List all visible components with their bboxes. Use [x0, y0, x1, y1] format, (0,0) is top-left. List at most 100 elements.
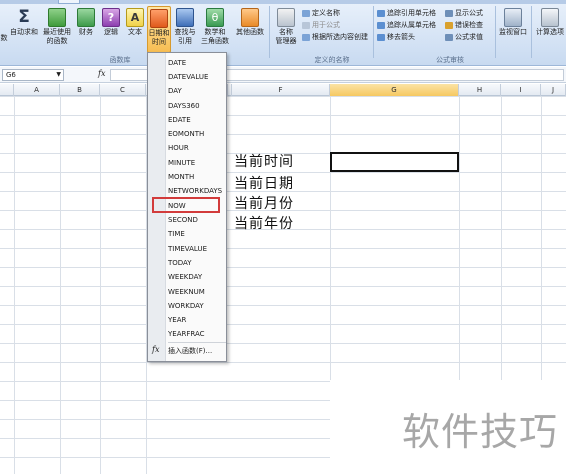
text-label: 文本	[128, 28, 142, 36]
date-time-button[interactable]: 日期和 时间	[147, 6, 171, 53]
column-gridline	[14, 96, 15, 474]
evaluate-formula-button[interactable]: 公式求值	[445, 33, 483, 42]
logical-button[interactable]: ? 逻辑	[100, 8, 122, 37]
calculator-icon	[541, 8, 559, 27]
select-all-corner[interactable]	[0, 84, 14, 96]
column-gridline	[60, 96, 61, 474]
group-separator	[373, 6, 374, 58]
recent-functions-button[interactable]: 最近使用 的函数	[40, 8, 74, 46]
group-label-function-library: 函数库	[109, 56, 131, 64]
ribbon: 数 Σ 自动求和 最近使用 的函数 财务 ? 逻辑 A 文本 日期和 时间 查找…	[0, 0, 566, 66]
remove-arrows-button[interactable]: 移去箭头	[377, 33, 415, 42]
create-from-selection-button[interactable]: 根据所选内容创建	[302, 33, 368, 42]
menu-item-time[interactable]: TIME	[168, 228, 226, 241]
insert-function-fx-icon[interactable]: fx	[98, 69, 105, 78]
math-trig-button[interactable]: θ 数学和 三角函数	[199, 8, 231, 46]
create-from-selection-icon	[302, 34, 310, 41]
menu-item-date[interactable]: DATE	[168, 57, 226, 70]
logical-icon: ?	[102, 8, 120, 27]
column-header-g[interactable]: G	[330, 84, 459, 96]
menu-item-weeknum[interactable]: WEEKNUM	[168, 286, 226, 299]
trace-precedents-icon	[377, 10, 385, 17]
group-label-defined-names: 定义的名称	[314, 56, 350, 64]
trace-dependents-label: 追踪从属单元格	[387, 21, 436, 29]
show-formulas-button[interactable]: 显示公式	[445, 9, 483, 18]
evaluate-formula-icon	[445, 34, 453, 41]
column-header-row: A B C D F G H I J	[0, 84, 566, 96]
evaluate-formula-label: 公式求值	[455, 33, 483, 41]
show-formulas-label: 显示公式	[455, 9, 483, 17]
menu-item-days360[interactable]: DAYS360	[168, 100, 226, 113]
menu-item-hour[interactable]: HOUR	[168, 142, 226, 155]
column-header-h[interactable]: H	[459, 84, 501, 96]
group-separator	[269, 6, 270, 58]
menu-item-insert-function[interactable]: 插入函数(F)...	[168, 345, 226, 358]
more-functions-icon	[241, 8, 259, 27]
use-in-formula-label: 用于公式	[312, 21, 340, 29]
column-header-b[interactable]: B	[60, 84, 100, 96]
active-cell-g6[interactable]	[330, 152, 459, 172]
column-header-i[interactable]: I	[501, 84, 541, 96]
lookup-label-1: 查找与	[174, 28, 196, 36]
column-header-c[interactable]: C	[100, 84, 146, 96]
menu-item-year[interactable]: YEAR	[168, 314, 226, 327]
name-manager-label-2: 管理器	[275, 37, 297, 45]
menu-item-weekday[interactable]: WEEKDAY	[168, 271, 226, 284]
trace-precedents-button[interactable]: 追踪引用单元格	[377, 9, 436, 18]
watch-window-icon	[504, 8, 522, 27]
tab-formulas[interactable]	[58, 0, 80, 4]
menu-item-second[interactable]: SECOND	[168, 214, 226, 227]
menu-item-datevalue[interactable]: DATEVALUE	[168, 71, 226, 84]
define-name-button[interactable]: 定义名称	[302, 9, 340, 18]
column-header-f[interactable]: F	[232, 84, 330, 96]
date-time-label-2: 时间	[152, 38, 166, 46]
cell-current-year[interactable]: 当前年份	[234, 215, 294, 233]
group-separator	[495, 6, 496, 58]
menu-item-yearfrac[interactable]: YEARFRAC	[168, 328, 226, 341]
ribbon-tab-strip	[0, 0, 566, 4]
text-button[interactable]: A 文本	[124, 8, 146, 37]
menu-item-today[interactable]: TODAY	[168, 257, 226, 270]
column-header-j[interactable]: J	[541, 84, 566, 96]
chevron-down-icon[interactable]: ▼	[56, 70, 61, 80]
financial-icon	[77, 8, 95, 27]
name-box-value: G6	[6, 71, 16, 79]
menu-item-edate[interactable]: EDATE	[168, 114, 226, 127]
name-box[interactable]: G6 ▼	[2, 69, 64, 81]
cell-current-month[interactable]: 当前月份	[234, 195, 294, 213]
define-name-icon	[302, 10, 310, 17]
calculation-options-button[interactable]: 计算选项	[534, 8, 566, 37]
autosum-button[interactable]: Σ 自动求和	[8, 8, 40, 37]
insert-function-partial-label[interactable]: 数	[0, 34, 8, 43]
financial-button[interactable]: 财务	[75, 8, 97, 37]
menu-item-timevalue[interactable]: TIMEVALUE	[168, 243, 226, 256]
date-time-icon	[150, 9, 168, 28]
watch-window-button[interactable]: 监视窗口	[498, 8, 528, 37]
remove-arrows-label: 移去箭头	[387, 33, 415, 41]
menu-item-minute[interactable]: MINUTE	[168, 157, 226, 170]
cell-current-time[interactable]: 当前时间	[234, 153, 294, 171]
recent-functions-label-1: 最近使用	[43, 28, 71, 36]
name-manager-button[interactable]: 名称 管理器	[272, 8, 300, 46]
menu-item-eomonth[interactable]: EOMONTH	[168, 128, 226, 141]
more-functions-button[interactable]: 其他函数	[233, 8, 267, 37]
text-icon: A	[126, 8, 144, 27]
menu-item-workday[interactable]: WORKDAY	[168, 300, 226, 313]
recent-functions-icon	[48, 8, 66, 27]
define-name-label: 定义名称	[312, 9, 340, 17]
use-in-formula-button[interactable]: 用于公式	[302, 21, 340, 30]
show-formulas-icon	[445, 10, 453, 17]
column-header-a[interactable]: A	[14, 84, 60, 96]
now-highlight-box	[152, 197, 220, 213]
menu-item-month[interactable]: MONTH	[168, 171, 226, 184]
lookup-reference-button[interactable]: 查找与 引用	[172, 8, 198, 46]
math-icon: θ	[206, 8, 224, 27]
name-manager-label-1: 名称	[279, 28, 293, 36]
menu-item-day[interactable]: DAY	[168, 85, 226, 98]
insert-function-icon: fx	[152, 345, 160, 354]
error-checking-button[interactable]: 错误检查	[445, 21, 483, 30]
trace-dependents-button[interactable]: 追踪从属单元格	[377, 21, 436, 30]
cell-current-date[interactable]: 当前日期	[234, 175, 294, 193]
lookup-icon	[176, 8, 194, 27]
logical-label: 逻辑	[104, 28, 118, 36]
